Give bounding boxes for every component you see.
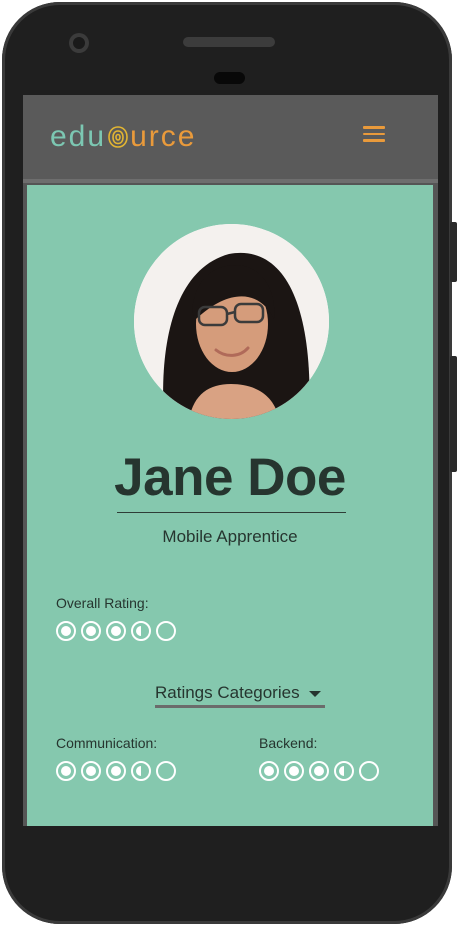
phone-frame: edu urce Jane Doe Mobile Apprentice Over… [2, 2, 452, 924]
rating-dot-icon [284, 761, 304, 781]
rating-dot-icon [131, 761, 151, 781]
rating-dot-icon [334, 761, 354, 781]
backend-rating-label: Backend: [259, 735, 318, 751]
communication-rating-label: Communication: [56, 735, 158, 751]
profile-name: Jane Doe [114, 448, 346, 507]
ratings-categories-label: Ratings Categories [155, 683, 300, 702]
app-bar: edu urce [23, 95, 438, 183]
rating-dot-icon [106, 621, 126, 641]
caret-down-icon [309, 691, 321, 697]
name-divider [117, 512, 346, 513]
profile-content: Jane Doe Mobile Apprentice Overall Ratin… [27, 185, 433, 826]
volume-button [450, 222, 457, 282]
fingerprint-icon [108, 126, 128, 148]
profile-role: Mobile Apprentice [162, 527, 298, 546]
rating-dot-icon [106, 761, 126, 781]
rating-dot-icon [156, 761, 176, 781]
rating-dot-icon [56, 761, 76, 781]
rating-dot-icon [131, 621, 151, 641]
overall-rating-dots [56, 621, 176, 641]
rating-dot-icon [309, 761, 329, 781]
rating-dot-icon [259, 761, 279, 781]
menu-icon[interactable] [363, 125, 385, 143]
proximity-sensor [214, 72, 245, 84]
rating-dot-icon [81, 621, 101, 641]
rating-dot-icon [156, 621, 176, 641]
rating-dot-icon [81, 761, 101, 781]
avatar-photo [134, 224, 329, 419]
power-button [450, 356, 457, 472]
earpiece-speaker [183, 37, 275, 47]
ratings-categories-dropdown[interactable]: Ratings Categories [155, 674, 327, 708]
logo-text-left: edu [50, 120, 107, 153]
logo-text-right: urce [130, 120, 197, 153]
rating-dot-icon [359, 761, 379, 781]
overall-rating-label: Overall Rating: [56, 595, 149, 611]
edusource-logo[interactable]: edu urce [50, 117, 196, 157]
screen: edu urce Jane Doe Mobile Apprentice Over… [23, 95, 438, 826]
dropdown-underline [155, 705, 325, 708]
communication-rating-dots [56, 761, 176, 781]
profile-avatar [134, 224, 329, 419]
backend-rating-dots [259, 761, 379, 781]
rating-dot-icon [56, 621, 76, 641]
front-camera [69, 33, 89, 53]
